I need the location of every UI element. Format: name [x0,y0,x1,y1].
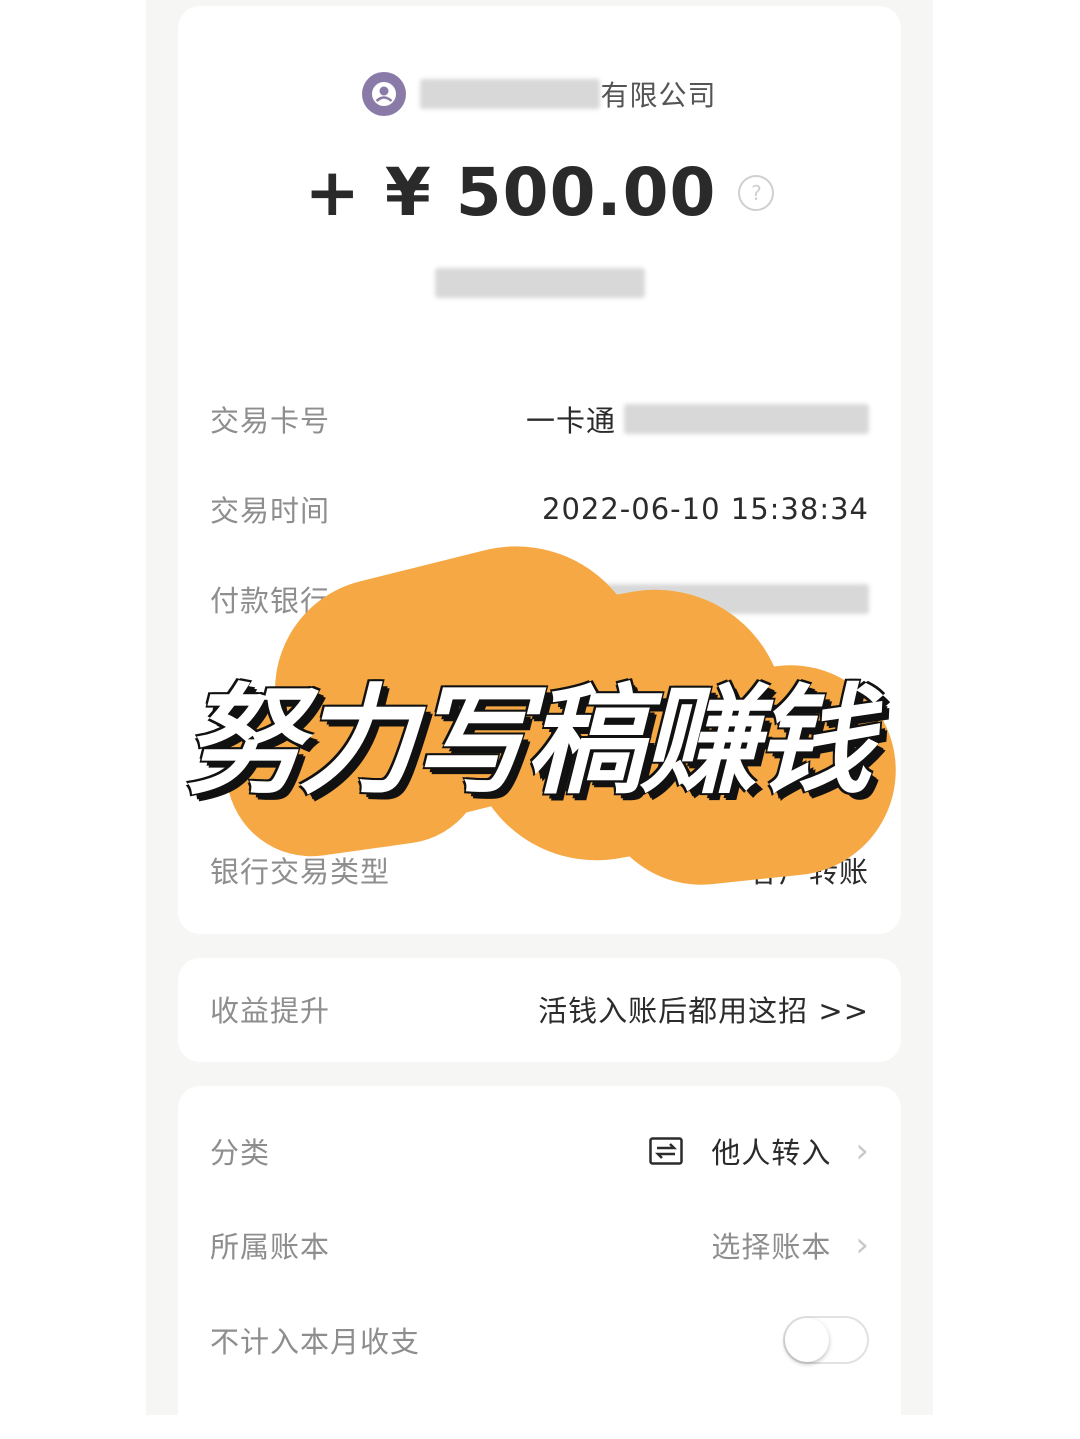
promo-link[interactable]: 活钱入账后都用这招 >> [538,988,869,1030]
ledger-row[interactable]: 所属账本 选择账本 › [210,1224,869,1266]
bank-transaction-type-row: 银行交易类型 客户转账 [210,849,869,891]
card-number-redacted [624,404,869,434]
payer-bank-label: 付款银行 [210,584,331,618]
chevron-right-icon: › [855,1131,869,1171]
overlay-caption: 努力写稿赚钱 [183,671,872,810]
ledger-value: 选择账本 [711,1230,832,1264]
exclude-month-row: 不计入本月收支 [210,1316,869,1364]
card-number-label: 交易卡号 [210,404,331,438]
payer-name-redacted [420,79,601,109]
card-number-row: 交易卡号 一卡通 [210,398,869,440]
settings-card: 分类 他人转入 › 所属账本 选择账本 › 不计入本月收支 [178,1086,901,1415]
promo-card[interactable]: 收益提升 活钱入账后都用这招 >> [178,958,901,1062]
bank-transaction-type-label: 银行交易类型 [210,855,391,889]
chevron-right-icon: › [855,1225,869,1265]
category-row[interactable]: 分类 他人转入 › [210,1130,869,1172]
user-avatar-icon [362,72,407,116]
amount: + ¥ 500.00 [304,154,717,231]
amount-row: + ¥ 500.00 ? [178,154,901,231]
category-value: 他人转入 [711,1136,832,1170]
transaction-time-value: 2022-06-10 15:38:34 [542,492,869,526]
transaction-time-row: 交易时间 2022-06-10 15:38:34 [210,488,869,530]
bank-transaction-type-value: 客户转账 [748,855,869,889]
ledger-label: 所属账本 [210,1230,331,1264]
card-number-value: 一卡通 [525,404,616,438]
transaction-time-label: 交易时间 [210,494,331,528]
transfer-icon [649,1137,684,1165]
payer-row: 有限公司 [178,72,901,116]
amount-subtitle-redacted [178,268,901,298]
toggle-knob [785,1318,829,1362]
exclude-month-toggle[interactable] [783,1316,869,1364]
exclude-month-label: 不计入本月收支 [210,1325,421,1359]
payer-name: 有限公司 [600,79,717,112]
help-icon[interactable]: ? [738,174,775,211]
payer-bank-redacted [509,584,869,614]
category-label: 分类 [210,1136,271,1170]
promo-row[interactable]: 收益提升 活钱入账后都用这招 >> [210,988,869,1030]
promo-label: 收益提升 [210,994,331,1028]
payer-bank-row: 付款银行 [210,578,869,620]
